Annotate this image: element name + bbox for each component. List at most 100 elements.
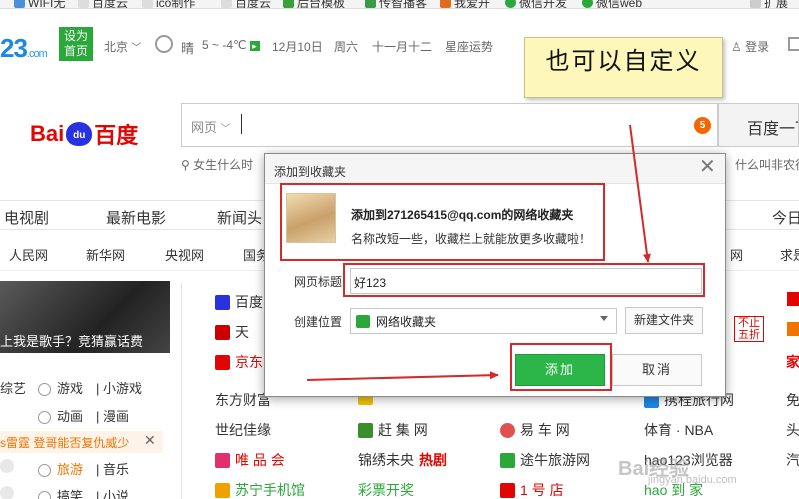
site-link[interactable]: 锦绣未央 热剧: [358, 450, 447, 470]
watermark-url: jingyan.baidu.com: [648, 474, 737, 486]
site-link[interactable]: 家: [786, 352, 799, 372]
bookmark-item[interactable]: WIFI无: [14, 0, 65, 8]
play-icon[interactable]: ▸: [249, 41, 260, 51]
site-link[interactable]: 易 车 网: [500, 420, 570, 440]
site-icon: [440, 0, 451, 8]
hot-search-hint[interactable]: ⚲ 女生什么时: [181, 156, 253, 173]
weather-text: 晴: [181, 41, 195, 56]
menu-icon[interactable]: [788, 37, 799, 51]
hot-search-hint[interactable]: 什么叫非农行: [735, 156, 799, 173]
site-link[interactable]: 途牛旅游网: [500, 450, 590, 470]
cat-icon: [38, 411, 51, 425]
bookmark-item[interactable]: 百度云: [78, 0, 128, 8]
text-caret: [241, 114, 242, 134]
search-category-select[interactable]: 网页 ﹀: [191, 117, 231, 136]
side-link-travel[interactable]: 旅游: [38, 459, 83, 478]
baidu-logo[interactable]: Bai du 百度: [30, 118, 138, 150]
tmall-icon: [215, 324, 230, 340]
site-link[interactable]: 求是: [780, 245, 799, 264]
avatar: [0, 459, 14, 473]
baidu-search-box[interactable]: [181, 103, 718, 147]
nav-today[interactable]: 今日: [772, 207, 799, 228]
site-link[interactable]: 天: [215, 322, 249, 342]
site-link[interactable]: 汽: [786, 450, 799, 470]
nav-news[interactable]: 新闻头: [217, 207, 262, 228]
city-selector[interactable]: 北京 ﹀: [104, 38, 141, 55]
page-icon: [221, 0, 232, 8]
site-link[interactable]: 免: [786, 390, 799, 410]
user-icon: ♙: [731, 40, 742, 54]
baidu-paw-icon: [215, 294, 230, 310]
side-link-anime[interactable]: 动画: [38, 406, 83, 425]
news-ticker-text[interactable]: s雷霆 登哥能否复仇威少: [0, 434, 129, 451]
bookmark-item[interactable]: 微信开发: [505, 0, 567, 8]
browser-viewport: WIFI无 百度云 ico制作_ 百度云 后台模板 传智播客 我爱开 微信开发 …: [0, 0, 799, 499]
side-link-comics[interactable]: | 漫画: [96, 406, 129, 425]
site-link[interactable]: 头: [786, 420, 799, 440]
new-folder-button[interactable]: 新建文件夹: [625, 307, 703, 334]
nav-tv[interactable]: 电视剧: [4, 207, 49, 228]
side-link-games[interactable]: 游戏: [38, 378, 83, 397]
bookmark-item[interactable]: 我爱开: [440, 0, 490, 8]
site-link[interactable]: 人民网: [9, 245, 48, 264]
yhd-icon: [500, 482, 515, 498]
site-link[interactable]: 1 号 店: [500, 480, 564, 499]
baidu-search-button[interactable]: 百度一下: [718, 103, 799, 147]
page-icon: [78, 0, 89, 8]
site-link[interactable]: 世纪佳缘: [215, 420, 271, 440]
side-link-novel[interactable]: | 小说: [96, 486, 129, 499]
extension-icon: [750, 0, 761, 8]
close-icon[interactable]: ✕: [699, 157, 716, 177]
site-link[interactable]: 唯 品 会: [215, 450, 285, 470]
chevron-down-icon: ﹀: [131, 43, 142, 54]
site-link[interactable]: 东方财富: [215, 390, 271, 410]
site-link[interactable]: 央视网: [165, 245, 204, 264]
site-link[interactable]: 新华网: [86, 245, 125, 264]
side-link-minigames[interactable]: | 小游戏: [96, 378, 142, 397]
horoscope-link[interactable]: 星座运势: [445, 38, 493, 55]
page-icon: [142, 0, 153, 8]
cancel-button[interactable]: 取消: [612, 354, 702, 386]
weekday: 周六: [334, 40, 359, 54]
temperature: 5 ~ -4℃ ▸: [202, 38, 260, 52]
location-select[interactable]: 网络收藏夹: [350, 308, 617, 334]
login-link[interactable]: ♙ 登录: [731, 38, 769, 55]
discount-badge[interactable]: 不止 五折: [734, 316, 764, 342]
hao123-logo[interactable]: 23.com: [0, 33, 48, 64]
school-icon: [365, 0, 376, 8]
bookmark-item[interactable]: 传智播客: [365, 0, 427, 8]
tuniu-icon: [500, 452, 515, 468]
jd-icon: [215, 354, 230, 370]
suning-icon: [215, 482, 230, 498]
side-link-music[interactable]: | 音乐: [96, 459, 129, 478]
site-link[interactable]: 苏宁手机馆: [215, 480, 305, 499]
template-icon: [283, 0, 294, 8]
site-link[interactable]: 彩票开奖: [358, 480, 414, 499]
set-homepage-button[interactable]: 设为 首页: [59, 27, 93, 61]
side-link-variety[interactable]: 综艺: [0, 378, 26, 397]
close-icon[interactable]: ✕: [144, 432, 156, 449]
wifi-icon: [14, 0, 25, 8]
promo-text[interactable]: 上我是歌手？竞猜赢话费: [0, 331, 143, 350]
ganji-icon: [358, 422, 373, 438]
site-link[interactable]: 赶 集 网: [358, 420, 428, 440]
site-link[interactable]: 百度: [215, 292, 263, 312]
site-link[interactable]: 体育 · NBA: [644, 420, 713, 440]
folder-icon: [356, 314, 370, 328]
chevron-down-icon: ﹀: [220, 124, 231, 135]
bookmark-item[interactable]: 后台模板: [283, 0, 345, 8]
extensions-item[interactable]: 扩展: [750, 0, 788, 8]
bookmark-item[interactable]: 百度云: [221, 0, 271, 8]
lunar-date: 十一月十二: [372, 40, 433, 54]
date: 12月10日: [272, 40, 323, 54]
side-link-funny[interactable]: 搞笑: [38, 486, 83, 499]
site-link[interactable]: 京东: [215, 352, 263, 372]
vip-icon: [215, 452, 230, 468]
chevron-down-icon[interactable]: [600, 316, 608, 321]
site-link[interactable]: 网: [730, 245, 743, 264]
nav-movies[interactable]: 最新电影: [106, 207, 166, 228]
bookmark-item[interactable]: 微信web: [582, 0, 642, 8]
hot-badge[interactable]: 5: [694, 117, 711, 134]
site-icon: [787, 292, 799, 306]
bookmark-item[interactable]: ico制作_: [142, 0, 202, 8]
